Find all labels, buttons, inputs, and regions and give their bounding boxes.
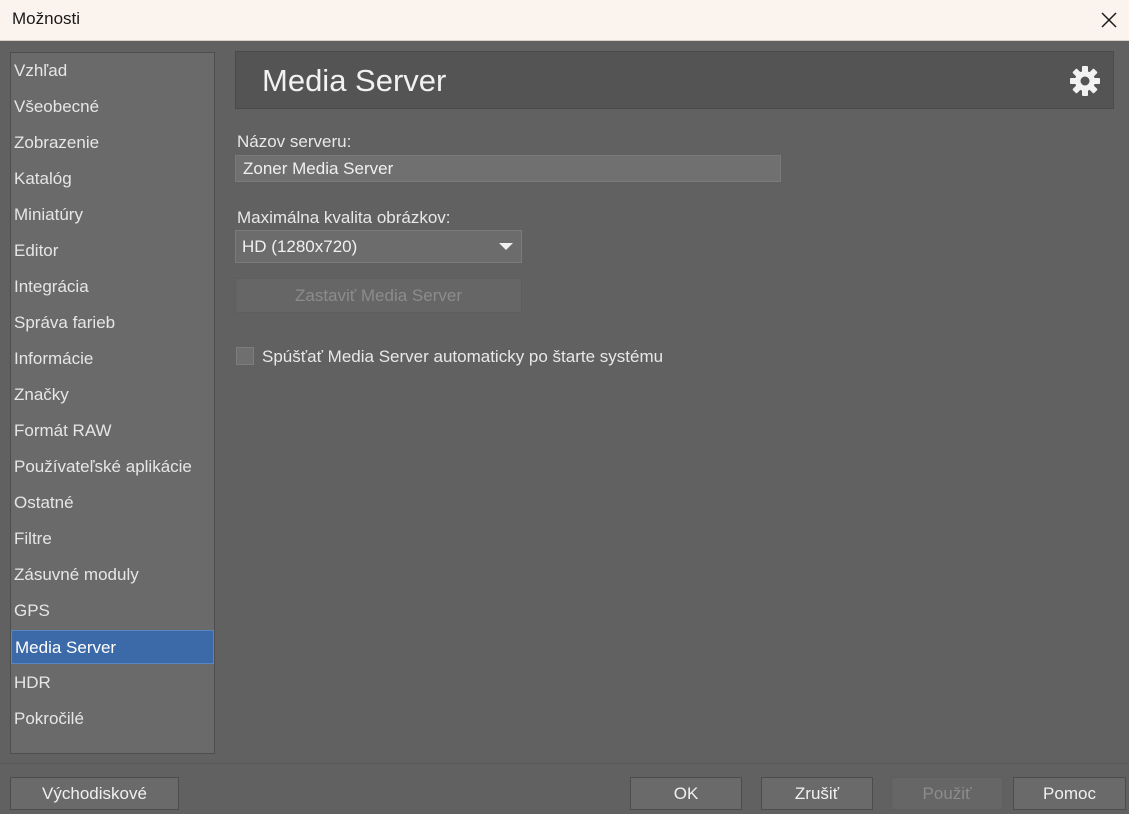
sidebar-item-label: Zobrazenie <box>14 133 100 152</box>
sidebar-item[interactable]: Integrácia <box>11 270 214 304</box>
apply-button[interactable]: Použiť <box>891 777 1003 810</box>
sidebar-item-label: Správa farieb <box>14 313 116 332</box>
sidebar-item-label: Editor <box>14 241 59 260</box>
sidebar-item[interactable]: Pokročilé <box>11 702 214 736</box>
sidebar-item-label: Informácie <box>14 349 94 368</box>
apply-label: Použiť <box>922 783 972 803</box>
sidebar-item[interactable]: Katalóg <box>11 162 214 196</box>
image-quality-value: HD (1280x720) <box>242 237 358 256</box>
sidebar-item-label: Miniatúry <box>14 205 83 224</box>
sidebar-item-label: GPS <box>14 601 50 620</box>
sidebar-item[interactable]: Formát RAW <box>11 414 214 448</box>
sidebar-item[interactable]: Media Server <box>11 630 214 664</box>
autostart-label[interactable]: Spúšťať Media Server automaticky po štar… <box>262 347 663 367</box>
window-title: Možnosti <box>12 9 81 28</box>
defaults-label: Východiskové <box>42 783 147 803</box>
sidebar-item[interactable]: Editor <box>11 234 214 268</box>
sidebar-item-label: Media Server <box>15 638 117 657</box>
autostart-checkbox[interactable] <box>236 347 254 365</box>
sidebar-item-label: Vzhľad <box>14 61 68 80</box>
sidebar-item[interactable]: Filtre <box>11 522 214 556</box>
server-name-label: Názov serveru: <box>237 132 352 151</box>
cancel-button[interactable]: Zrušiť <box>761 777 873 810</box>
sidebar-item[interactable]: Značky <box>11 378 214 412</box>
gear-icon[interactable] <box>1069 65 1101 97</box>
sidebar-item-label: Všeobecné <box>14 97 100 116</box>
stop-media-server-label: Zastaviť Media Server <box>295 285 462 305</box>
close-icon <box>1101 12 1117 28</box>
sidebar-item-label: Integrácia <box>14 277 89 296</box>
sidebar-item[interactable]: Informácie <box>11 342 214 376</box>
sidebar-item-label: Katalóg <box>14 169 72 188</box>
page-title: Media Server <box>262 63 447 98</box>
title-bar: Možnosti <box>0 0 1129 41</box>
help-button[interactable]: Pomoc <box>1013 777 1126 810</box>
sidebar-item[interactable]: HDR <box>11 666 214 700</box>
sidebar-item[interactable]: Zásuvné moduly <box>11 558 214 592</box>
sidebar-item[interactable]: Vzhľad <box>11 54 214 88</box>
close-button[interactable] <box>1089 0 1129 40</box>
dialog-body: Vzhľad Všeobecné Zobrazenie Katalóg Miniatúr… <box>0 41 1129 814</box>
sidebar-item-label: Ostatné <box>14 493 74 512</box>
image-quality-select[interactable]: HD (1280x720) <box>235 230 522 263</box>
sidebar-item-label: Formát RAW <box>14 421 112 440</box>
server-name-field[interactable] <box>235 155 781 182</box>
sidebar-item-label: HDR <box>14 673 51 692</box>
sidebar-item-label: Pokročilé <box>14 709 84 728</box>
page-header: Media Server <box>235 51 1114 109</box>
sidebar-item-label: Používateľské aplikácie <box>14 457 192 476</box>
sidebar-item[interactable]: Správa farieb <box>11 306 214 340</box>
sidebar-item[interactable]: Zobrazenie <box>11 126 214 160</box>
sidebar-item-label: Zásuvné moduly <box>14 565 139 584</box>
chevron-down-icon <box>499 243 513 250</box>
sidebar-item[interactable]: GPS <box>11 594 214 628</box>
stop-media-server-button[interactable]: Zastaviť Media Server <box>235 278 522 313</box>
cancel-label: Zrušiť <box>794 783 840 803</box>
category-list[interactable]: Vzhľad Všeobecné Zobrazenie Katalóg Miniatúr… <box>10 52 215 754</box>
help-label: Pomoc <box>1043 783 1096 803</box>
ok-button[interactable]: OK <box>630 777 742 810</box>
image-quality-label: Maximálna kvalita obrázkov: <box>237 208 451 227</box>
sidebar-item[interactable]: Miniatúry <box>11 198 214 232</box>
sidebar-item[interactable]: Používateľské aplikácie <box>11 450 214 484</box>
defaults-button[interactable]: Východiskové <box>10 777 179 810</box>
ok-label: OK <box>673 783 699 803</box>
sidebar-item-label: Značky <box>14 385 69 404</box>
footer-divider <box>0 763 1129 764</box>
sidebar-item-label: Filtre <box>14 529 52 548</box>
sidebar-item[interactable]: Všeobecné <box>11 90 214 124</box>
sidebar-item[interactable]: Ostatné <box>11 486 214 520</box>
